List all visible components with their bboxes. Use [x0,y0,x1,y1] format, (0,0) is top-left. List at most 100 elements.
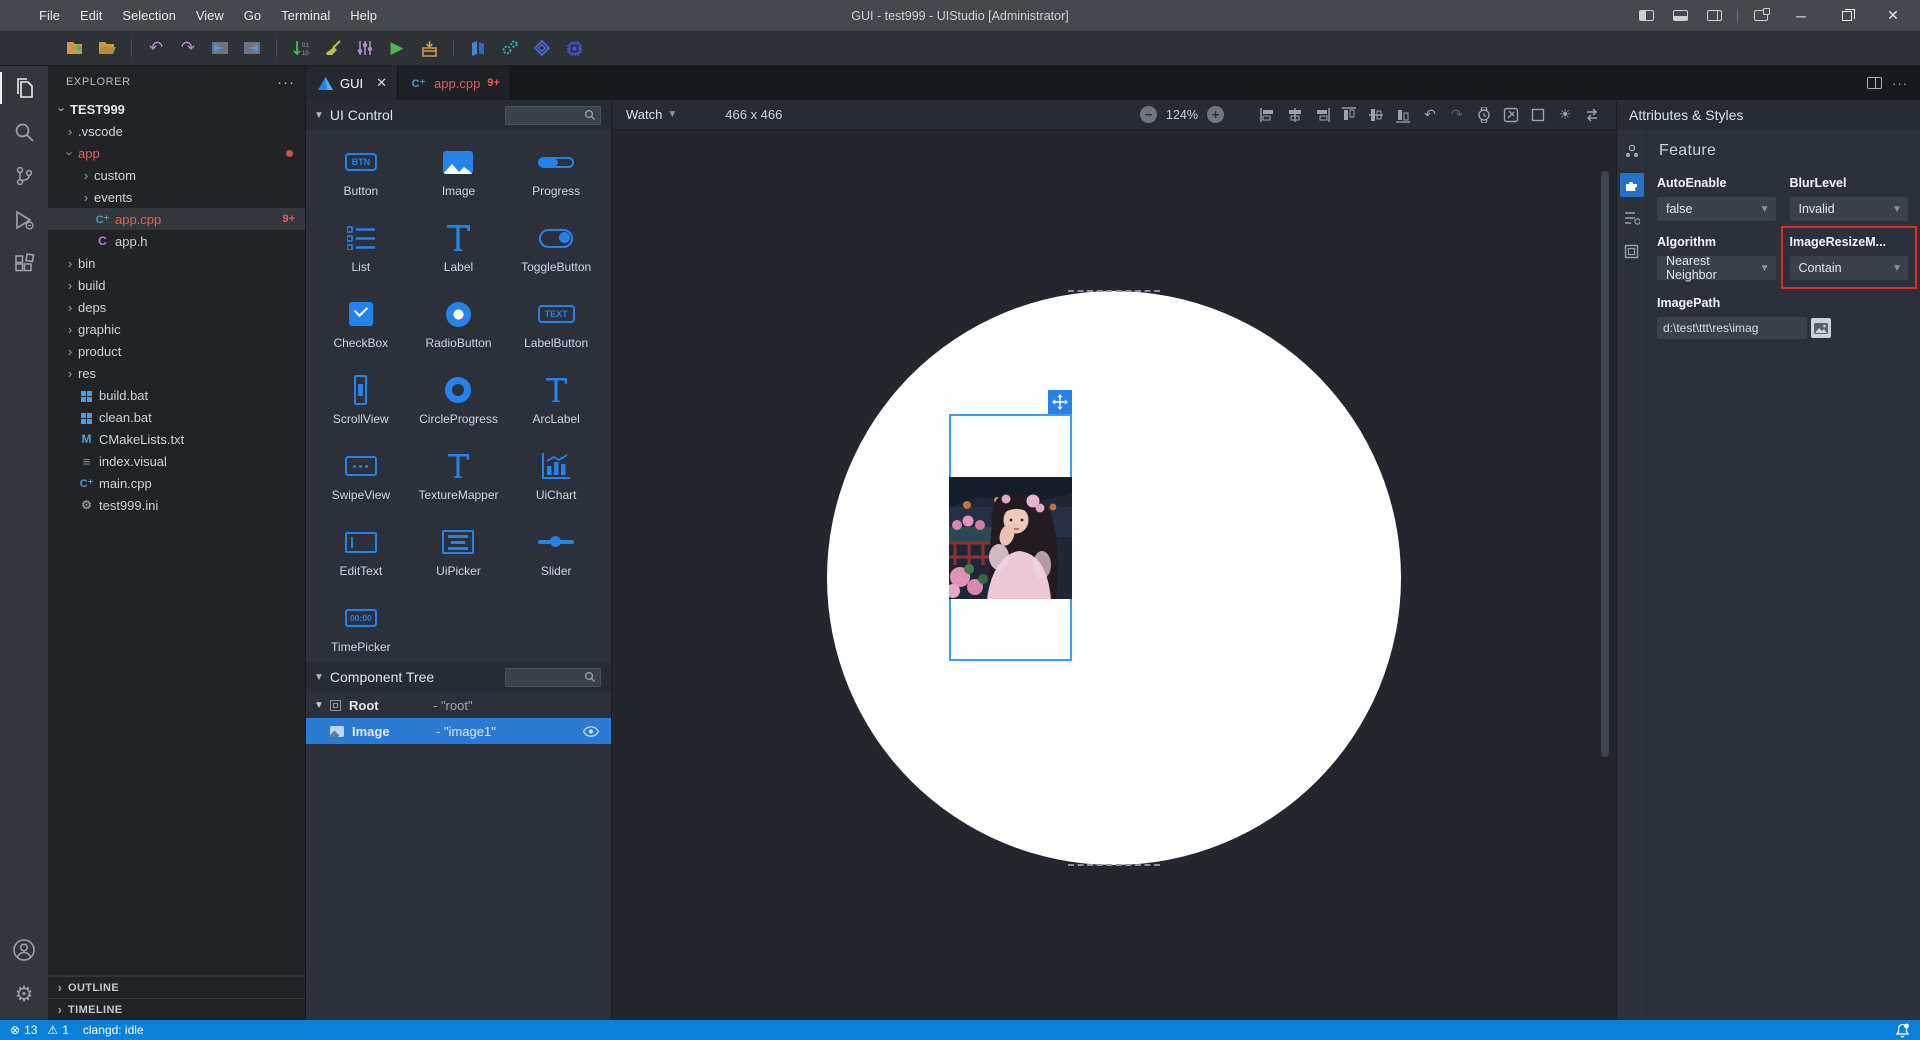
palette-item-checkbox[interactable]: CheckBox [312,294,410,369]
palette-item-button[interactable]: BTNButton [312,142,410,217]
account-icon[interactable] [0,928,48,972]
chevron-down-icon[interactable]: ▼ [314,700,330,711]
menu-selection[interactable]: Selection [113,5,184,26]
open-folder-icon[interactable] [94,35,120,61]
sort-lines-icon[interactable]: 0110 [288,35,314,61]
sketch-diamond-icon[interactable] [529,35,555,61]
palette-item-arclabel[interactable]: ArcLabel [507,370,605,445]
search-view-icon[interactable] [0,110,48,154]
align-center-horizontal-icon[interactable] [1285,105,1305,125]
imageresizemode-dropdown[interactable]: Contain▼ [1790,256,1909,280]
tree-item-res[interactable]: res [48,362,305,384]
tree-item-index-visual[interactable]: index.visual [48,450,305,472]
close-button[interactable]: ✕ [1872,0,1914,31]
menu-edit[interactable]: Edit [71,5,111,26]
tree-item-deps[interactable]: deps [48,296,305,318]
menu-view[interactable]: View [187,5,233,26]
toggle-panel-icon[interactable] [1665,4,1695,28]
tab-gui[interactable]: GUI ✕ [306,66,398,100]
undo-icon[interactable]: ↶ [143,35,169,61]
palette-item-radiobutton[interactable]: RadioButton [410,294,508,369]
palette-item-labelbutton[interactable]: TEXTLabelButton [507,294,605,369]
design-canvas[interactable] [612,130,1616,1020]
palette-item-edittext[interactable]: EditText [312,522,410,597]
editor-more-actions-icon[interactable]: ··· [1892,76,1908,91]
tree-item-cmakelists[interactable]: CMakeLists.txt [48,428,305,450]
run-icon[interactable]: ▶ [384,35,410,61]
chip-icon[interactable] [561,35,587,61]
close-tab-icon[interactable]: ✕ [376,75,387,91]
tree-item-graphic[interactable]: graphic [48,318,305,340]
minimize-button[interactable]: ─ [1780,0,1822,31]
align-right-icon[interactable] [1312,105,1332,125]
tab-app-cpp[interactable]: app.cpp 9+ [398,66,511,100]
new-folder-icon[interactable] [62,35,88,61]
palette-item-circleprogress[interactable]: CircleProgress [410,370,508,445]
menu-go[interactable]: Go [235,5,270,26]
undo-icon[interactable]: ↶ [1420,105,1440,125]
tree-item-build-bat[interactable]: build.bat [48,384,305,406]
align-center-vertical-icon[interactable] [1366,105,1386,125]
layout-category-icon[interactable] [1620,239,1644,263]
tree-item-custom[interactable]: custom [48,164,305,186]
move-handle[interactable] [1048,390,1072,414]
notifications-bell-icon[interactable] [1895,1023,1910,1038]
explorer-view-icon[interactable] [0,66,48,110]
clangd-status[interactable]: clangd: idle [83,1023,144,1037]
extensions-view-icon[interactable] [0,242,48,286]
ui-control-header[interactable]: ▼ UI Control [306,100,611,130]
watch-preview-icon[interactable] [1474,105,1494,125]
palette-item-uipicker[interactable]: UiPicker [410,522,508,597]
deploy-package-icon[interactable] [416,35,442,61]
toggle-sidebar-icon[interactable] [1631,4,1661,28]
palette-item-slider[interactable]: Slider [507,522,605,597]
redo-icon[interactable]: ↷ [1447,105,1467,125]
component-tree-header[interactable]: ▼ Component Tree [306,662,611,692]
clean-broom-icon[interactable] [320,35,346,61]
timeline-section[interactable]: TIMELINE [48,998,305,1020]
visibility-eye-icon[interactable] [583,726,599,737]
tree-item-clean-bat[interactable]: clean.bat [48,406,305,428]
align-top-icon[interactable] [1339,105,1359,125]
image1-widget[interactable] [949,414,1072,661]
zoom-in-button[interactable]: + [1207,106,1224,123]
toggle-secondary-sidebar-icon[interactable] [1699,4,1729,28]
algorithm-dropdown[interactable]: Nearest Neighbor▼ [1657,256,1776,280]
theme-brightness-icon[interactable]: ☀ [1555,105,1575,125]
device-select-dropdown[interactable]: Watch▼ [626,107,677,122]
restore-button[interactable] [1826,0,1868,31]
component-root-row[interactable]: ▼ Root - "root" [306,692,611,718]
zoom-out-button[interactable]: − [1140,106,1157,123]
autoenable-dropdown[interactable]: false▼ [1657,197,1776,221]
feature-category-icon[interactable] [1620,173,1644,197]
tree-item-test999[interactable]: TEST999 [48,98,305,120]
menu-terminal[interactable]: Terminal [272,5,339,26]
problems-status[interactable]: ⊗ 13 ⚠ 1 [10,1023,69,1037]
redo-icon[interactable]: ↷ [175,35,201,61]
format-tune-icon[interactable] [352,35,378,61]
component-image-row[interactable]: Image - "image1" [306,718,611,744]
palette-item-togglebutton[interactable]: ToggleButton [507,218,605,293]
customize-layout-icon[interactable] [1746,4,1776,28]
tree-item-app-cpp[interactable]: app.cpp9+ [48,208,305,230]
watch-face-root[interactable] [827,291,1401,865]
tree-item-test999-ini[interactable]: test999.ini [48,494,305,516]
export-view-icon[interactable] [239,35,265,61]
settings-gear-icon[interactable]: ⚙ [0,972,48,1016]
tree-item-events[interactable]: events [48,186,305,208]
palette-item-uichart[interactable]: UiChart [507,446,605,521]
build-gears-icon[interactable] [497,35,523,61]
import-view-icon[interactable] [207,35,233,61]
align-bottom-icon[interactable] [1393,105,1413,125]
component-tree-search-input[interactable] [505,668,601,687]
transform-swap-icon[interactable] [1582,105,1602,125]
canvas-vertical-scrollbar[interactable] [1601,171,1609,757]
info-list-category-icon[interactable] [1620,206,1644,230]
palette-item-list[interactable]: List [312,218,410,293]
outline-section[interactable]: OUTLINE [48,976,305,998]
tree-item-app-h[interactable]: app.h [48,230,305,252]
palette-item-progress[interactable]: Progress [507,142,605,217]
select-region-icon[interactable] [1528,105,1548,125]
chart-tool-icon[interactable] [465,35,491,61]
palette-item-swipeview[interactable]: SwipeView [312,446,410,521]
